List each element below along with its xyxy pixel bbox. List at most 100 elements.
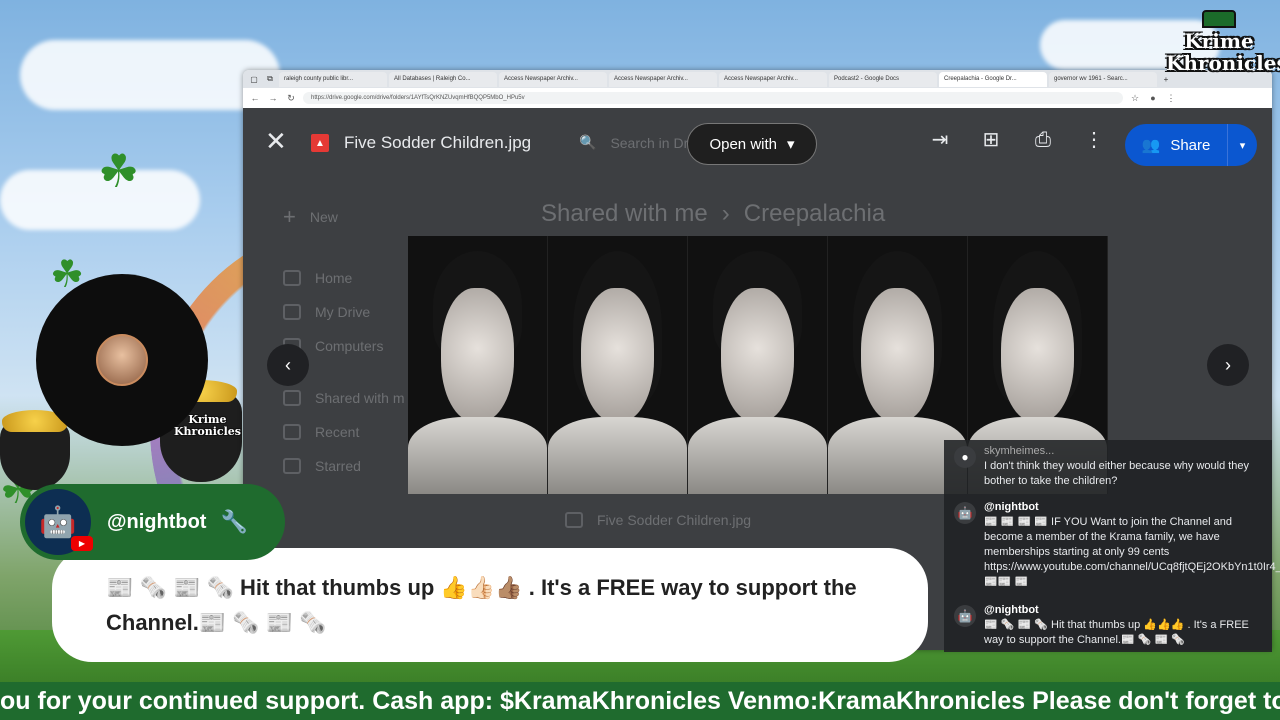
tab-raleigh-library[interactable]: raleigh county public libr... — [279, 71, 387, 87]
reload-icon[interactable]: ↻ — [285, 93, 297, 104]
tab-label: Creepalachia - Google Dr... — [944, 76, 1017, 82]
breadcrumb: Shared with me › Creepalachia — [541, 200, 886, 227]
chat-text: 📰 🗞️ 📰 🗞️ Hit that thumbs up 👍👍👍 . It's … — [984, 619, 1249, 646]
plus-icon: + — [283, 204, 296, 229]
avatar: ● — [954, 446, 976, 468]
chat-text: I don't think they would either because … — [984, 460, 1250, 487]
chat-panel: ● skymheimes... I don't think they would … — [944, 440, 1280, 652]
cloud — [20, 40, 280, 110]
new-button: + New — [283, 204, 338, 230]
share-button[interactable]: 👥 Share ▾ — [1125, 124, 1257, 166]
next-arrow-icon[interactable]: › — [1207, 344, 1249, 386]
bookmark-icon[interactable]: ☆ — [1129, 93, 1141, 104]
add-to-folder-icon[interactable]: ⇥ — [927, 130, 953, 150]
nightbot-username: @nightbot — [107, 510, 207, 533]
chat-text: 📰 📰 📰 📰 IF YOU Want to join the Channel … — [984, 516, 1280, 588]
nav-label: Computers — [315, 338, 384, 354]
chat-message: 🤖 @nightbot 📰 🗞️ 📰 🗞️ Hit that thumbs up … — [954, 603, 1259, 648]
address-bar-row: ← → ↻ https://drive.google.com/drive/fol… — [243, 88, 1272, 108]
nightbot-avatar: 🤖 ▶ — [25, 489, 93, 555]
nightbot-avatar: 🤖 — [954, 605, 976, 627]
ticker-text: ou for your continued support. Cash app:… — [0, 687, 1280, 715]
shamrock-icon: ☘ — [98, 145, 140, 197]
share-dropdown-icon[interactable]: ▾ — [1227, 124, 1257, 166]
drive-icon — [283, 304, 301, 320]
tab-label: Access Newspaper Archiv... — [504, 76, 578, 82]
nightbot-name-pill: 🤖 ▶ @nightbot 🔧 — [20, 484, 285, 560]
child-portrait — [688, 236, 828, 494]
tab-label: Podcast2 - Google Docs — [834, 76, 900, 82]
youtube-icon: ▶ — [71, 536, 93, 551]
image-file-icon — [565, 512, 583, 528]
previous-arrow-icon[interactable]: ‹ — [267, 344, 309, 386]
krime-khronicles-logo: Krime Khronicles — [1166, 10, 1280, 75]
people-icon: 👥 — [1141, 137, 1161, 154]
tab-label: All Databases | Raleigh Co... — [394, 76, 471, 82]
chat-message: 🤖 @nightbot 📰 📰 📰 📰 IF YOU Want to join t… — [954, 500, 1280, 590]
cam-logo: Krime Khronicles — [174, 414, 241, 438]
chevron-down-icon: ▾ — [787, 136, 795, 153]
nav-label: Recent — [315, 424, 360, 440]
tab-governor-search[interactable]: governor wv 1961 - Searc... — [1049, 71, 1157, 87]
profile-icon[interactable]: ● — [1147, 93, 1159, 103]
tab-newspaper-archive-3[interactable]: Access Newspaper Archiv... — [719, 71, 827, 87]
back-icon[interactable]: ← — [249, 93, 261, 103]
tab-search-icon[interactable]: ▢ — [247, 72, 261, 86]
chat-username: @nightbot — [984, 604, 1039, 616]
child-portrait — [408, 236, 548, 494]
file-row-name: Five Sodder Children.jpg — [597, 512, 752, 528]
tab-all-databases[interactable]: All Databases | Raleigh Co... — [389, 71, 497, 87]
tab-label: governor wv 1961 - Searc... — [1054, 76, 1128, 82]
menu-icon[interactable]: ⋮ — [1165, 93, 1177, 104]
image-file-icon: ▲ — [311, 134, 329, 152]
forward-icon[interactable]: → — [267, 93, 279, 103]
file-row: Five Sodder Children.jpg — [565, 512, 751, 528]
nav-my-drive: My Drive — [283, 304, 370, 320]
open-with-button[interactable]: Open with ▾ — [687, 123, 817, 165]
tab-strip: ▢ ⧉ raleigh county public libr... All Da… — [243, 70, 1272, 88]
cam-logo-line2: Khronicles — [174, 425, 241, 438]
tab-label: raleigh county public libr... — [284, 76, 354, 82]
chat-username: skymheimes... — [984, 445, 1055, 457]
wrench-icon: 🔧 — [220, 509, 248, 534]
tab-label: Access Newspaper Archiv... — [614, 76, 688, 82]
top-hat-icon — [1202, 10, 1236, 28]
tab-podcast2-docs[interactable]: Podcast2 - Google Docs — [829, 71, 937, 87]
streamer-avatar — [96, 334, 148, 386]
logo-line2: Khronicles — [1166, 51, 1280, 75]
tab-newspaper-archive-2[interactable]: Access Newspaper Archiv... — [609, 71, 717, 87]
new-label: New — [309, 209, 338, 225]
more-options-icon[interactable]: ⋮ — [1081, 130, 1107, 150]
chat-message: ● skymheimes... I don't think they would … — [954, 444, 1259, 489]
nav-shared: Shared with m — [283, 390, 404, 406]
nav-home: Home — [283, 270, 352, 286]
chat-username: @nightbot — [984, 501, 1039, 513]
nav-label: Shared with m — [315, 390, 405, 406]
nightbot-message-bubble: 📰 🗞️ 📰 🗞️ Hit that thumbs up 👍👍🏻👍🏽 . It'… — [52, 548, 928, 662]
tab-creepalachia-drive[interactable]: Creepalachia - Google Dr... — [939, 71, 1047, 87]
print-icon[interactable]: ⎙ — [1030, 130, 1056, 150]
breadcrumb-folder: Creepalachia — [743, 200, 886, 227]
share-label: Share — [1170, 136, 1211, 154]
nightbot-message: 📰 🗞️ 📰 🗞️ Hit that thumbs up 👍👍🏻👍🏽 . It'… — [106, 575, 857, 635]
star-icon — [283, 458, 301, 474]
file-title: Five Sodder Children.jpg — [344, 133, 532, 152]
nightbot-avatar: 🤖 — [954, 502, 976, 524]
tab-newspaper-archive-1[interactable]: Access Newspaper Archiv... — [499, 71, 607, 87]
open-with-label: Open with — [709, 135, 777, 153]
logo-line1: Krime — [1184, 29, 1254, 53]
nav-starred: Starred — [283, 458, 361, 474]
url-field[interactable]: https://drive.google.com/drive/folders/1… — [303, 92, 1123, 104]
viewer-toolbar: ✕ ▲ Five Sodder Children.jpg Open with ▾ … — [243, 108, 1272, 178]
tab-label: Access Newspaper Archiv... — [724, 76, 798, 82]
scrolling-ticker: ou for your continued support. Cash app:… — [0, 682, 1280, 720]
nav-recent: Recent — [283, 424, 359, 440]
add-comment-icon[interactable]: ⊞ — [978, 130, 1004, 150]
nav-label: My Drive — [315, 304, 371, 320]
close-icon[interactable]: ✕ — [265, 128, 287, 154]
breadcrumb-root: Shared with me — [541, 200, 708, 227]
clock-icon — [283, 424, 301, 440]
nav-label: Home — [315, 270, 353, 286]
home-icon — [283, 270, 301, 286]
tab-groups-icon[interactable]: ⧉ — [263, 72, 277, 86]
